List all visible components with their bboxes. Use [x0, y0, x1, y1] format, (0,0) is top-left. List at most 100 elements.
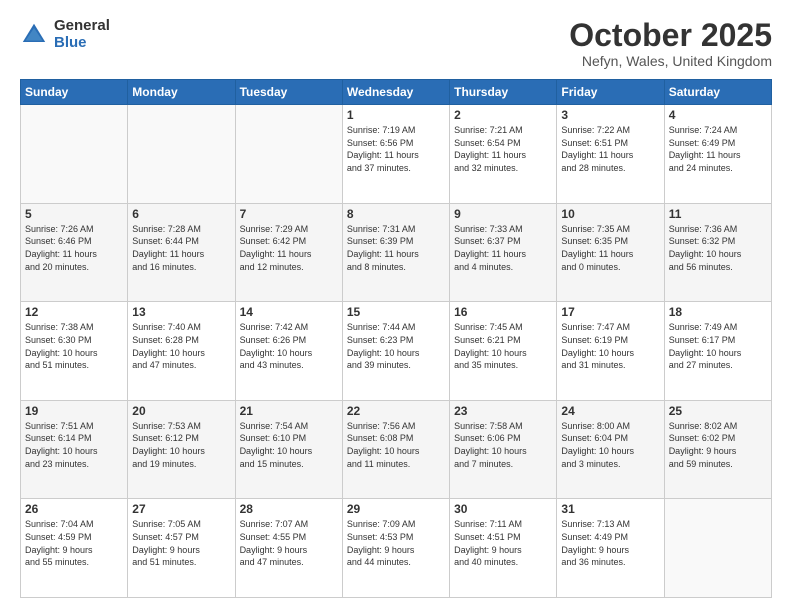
- location: Nefyn, Wales, United Kingdom: [569, 53, 772, 69]
- table-row: 24 Sunrise: 8:00 AM Sunset: 6:04 PM Dayli…: [557, 400, 664, 499]
- day-number: 16: [454, 305, 552, 319]
- table-row: 9 Sunrise: 7:33 AM Sunset: 6:37 PM Daylig…: [450, 203, 557, 302]
- table-row: 12Sunrise: 7:38 AM Sunset: 6:30 PM Dayli…: [21, 302, 128, 401]
- day-info: Sunrise: 7:26 AM Sunset: 6:46 PM Dayligh…: [25, 223, 123, 273]
- day-number: 20: [132, 404, 230, 418]
- day-info: Sunrise: 7:42 AM Sunset: 6:26 PM Dayligh…: [240, 321, 338, 371]
- day-info: Sunrise: 7:51 AM Sunset: 6:14 PM Dayligh…: [25, 420, 123, 470]
- col-tuesday: Tuesday: [235, 80, 342, 105]
- col-thursday: Thursday: [450, 80, 557, 105]
- table-row: 14 Sunrise: 7:42 AM Sunset: 6:26 PM Dayli…: [235, 302, 342, 401]
- day-number: 15: [347, 305, 445, 319]
- table-row: 31 Sunrise: 7:13 AM Sunset: 4:49 PM Dayli…: [557, 499, 664, 598]
- calendar-week-2: 5 Sunrise: 7:26 AM Sunset: 6:46 PM Daylig…: [21, 203, 772, 302]
- day-info: Sunrise: 7:13 AM Sunset: 4:49 PM Dayligh…: [561, 518, 659, 568]
- day-info: Sunrise: 7:21 AM Sunset: 6:54 PM Dayligh…: [454, 124, 552, 174]
- day-number: 25: [669, 404, 767, 418]
- table-row: [235, 105, 342, 204]
- table-row: 6 Sunrise: 7:28 AM Sunset: 6:44 PM Daylig…: [128, 203, 235, 302]
- table-row: 8 Sunrise: 7:31 AM Sunset: 6:39 PM Daylig…: [342, 203, 449, 302]
- calendar-week-5: 26 Sunrise: 7:04 AM Sunset: 4:59 PM Dayli…: [21, 499, 772, 598]
- day-number: 21: [240, 404, 338, 418]
- day-info: Sunrise: 7:11 AM Sunset: 4:51 PM Dayligh…: [454, 518, 552, 568]
- col-saturday: Saturday: [664, 80, 771, 105]
- day-info: Sunrise: 7:31 AM Sunset: 6:39 PM Dayligh…: [347, 223, 445, 273]
- day-number: 26: [25, 502, 123, 516]
- day-info: Sunrise: 7:07 AM Sunset: 4:55 PM Dayligh…: [240, 518, 338, 568]
- day-info: Sunrise: 7:35 AM Sunset: 6:35 PM Dayligh…: [561, 223, 659, 273]
- logo-text: General Blue: [54, 18, 110, 51]
- calendar-week-1: 1 Sunrise: 7:19 AM Sunset: 6:56 PM Daylig…: [21, 105, 772, 204]
- day-number: 29: [347, 502, 445, 516]
- day-number: 31: [561, 502, 659, 516]
- day-info: Sunrise: 7:29 AM Sunset: 6:42 PM Dayligh…: [240, 223, 338, 273]
- table-row: 1 Sunrise: 7:19 AM Sunset: 6:56 PM Daylig…: [342, 105, 449, 204]
- day-number: 28: [240, 502, 338, 516]
- col-sunday: Sunday: [21, 80, 128, 105]
- day-number: 14: [240, 305, 338, 319]
- day-info: Sunrise: 7:04 AM Sunset: 4:59 PM Dayligh…: [25, 518, 123, 568]
- day-info: Sunrise: 7:56 AM Sunset: 6:08 PM Dayligh…: [347, 420, 445, 470]
- day-info: Sunrise: 8:02 AM Sunset: 6:02 PM Dayligh…: [669, 420, 767, 470]
- table-row: 3 Sunrise: 7:22 AM Sunset: 6:51 PM Daylig…: [557, 105, 664, 204]
- calendar-week-3: 12Sunrise: 7:38 AM Sunset: 6:30 PM Dayli…: [21, 302, 772, 401]
- day-number: 27: [132, 502, 230, 516]
- day-number: 4: [669, 108, 767, 122]
- day-info: Sunrise: 8:00 AM Sunset: 6:04 PM Dayligh…: [561, 420, 659, 470]
- day-number: 1: [347, 108, 445, 122]
- day-number: 9: [454, 207, 552, 221]
- day-number: 7: [240, 207, 338, 221]
- day-number: 18: [669, 305, 767, 319]
- day-info: Sunrise: 7:33 AM Sunset: 6:37 PM Dayligh…: [454, 223, 552, 273]
- day-info: Sunrise: 7:53 AM Sunset: 6:12 PM Dayligh…: [132, 420, 230, 470]
- day-number: 24: [561, 404, 659, 418]
- title-section: October 2025 Nefyn, Wales, United Kingdo…: [569, 18, 772, 69]
- calendar-week-4: 19 Sunrise: 7:51 AM Sunset: 6:14 PM Dayli…: [21, 400, 772, 499]
- table-row: 27 Sunrise: 7:05 AM Sunset: 4:57 PM Dayli…: [128, 499, 235, 598]
- col-monday: Monday: [128, 80, 235, 105]
- day-number: 23: [454, 404, 552, 418]
- day-info: Sunrise: 7:09 AM Sunset: 4:53 PM Dayligh…: [347, 518, 445, 568]
- day-info: Sunrise: 7:05 AM Sunset: 4:57 PM Dayligh…: [132, 518, 230, 568]
- day-info: Sunrise: 7:24 AM Sunset: 6:49 PM Dayligh…: [669, 124, 767, 174]
- day-number: 22: [347, 404, 445, 418]
- day-info: Sunrise: 7:45 AM Sunset: 6:21 PM Dayligh…: [454, 321, 552, 371]
- table-row: 10Sunrise: 7:35 AM Sunset: 6:35 PM Dayli…: [557, 203, 664, 302]
- day-info: Sunrise: 7:38 AM Sunset: 6:30 PM Dayligh…: [25, 321, 123, 371]
- day-info: Sunrise: 7:19 AM Sunset: 6:56 PM Dayligh…: [347, 124, 445, 174]
- table-row: 13Sunrise: 7:40 AM Sunset: 6:28 PM Dayli…: [128, 302, 235, 401]
- table-row: 15Sunrise: 7:44 AM Sunset: 6:23 PM Dayli…: [342, 302, 449, 401]
- table-row: 4 Sunrise: 7:24 AM Sunset: 6:49 PM Daylig…: [664, 105, 771, 204]
- table-row: 7 Sunrise: 7:29 AM Sunset: 6:42 PM Daylig…: [235, 203, 342, 302]
- logo: General Blue: [20, 18, 110, 51]
- col-wednesday: Wednesday: [342, 80, 449, 105]
- table-row: 21 Sunrise: 7:54 AM Sunset: 6:10 PM Dayli…: [235, 400, 342, 499]
- day-number: 2: [454, 108, 552, 122]
- table-row: 29 Sunrise: 7:09 AM Sunset: 4:53 PM Dayli…: [342, 499, 449, 598]
- table-row: [128, 105, 235, 204]
- logo-blue: Blue: [54, 35, 110, 52]
- table-row: 22 Sunrise: 7:56 AM Sunset: 6:08 PM Dayli…: [342, 400, 449, 499]
- day-number: 3: [561, 108, 659, 122]
- table-row: 20 Sunrise: 7:53 AM Sunset: 6:12 PM Dayli…: [128, 400, 235, 499]
- calendar-table: Sunday Monday Tuesday Wednesday Thursday…: [20, 79, 772, 598]
- day-number: 13: [132, 305, 230, 319]
- day-number: 8: [347, 207, 445, 221]
- day-number: 6: [132, 207, 230, 221]
- logo-general: General: [54, 18, 110, 35]
- day-number: 19: [25, 404, 123, 418]
- calendar-header-row: Sunday Monday Tuesday Wednesday Thursday…: [21, 80, 772, 105]
- table-row: 5 Sunrise: 7:26 AM Sunset: 6:46 PM Daylig…: [21, 203, 128, 302]
- table-row: 30Sunrise: 7:11 AM Sunset: 4:51 PM Dayli…: [450, 499, 557, 598]
- day-number: 5: [25, 207, 123, 221]
- table-row: 23Sunrise: 7:58 AM Sunset: 6:06 PM Dayli…: [450, 400, 557, 499]
- table-row: [21, 105, 128, 204]
- table-row: 11Sunrise: 7:36 AM Sunset: 6:32 PM Dayli…: [664, 203, 771, 302]
- day-info: Sunrise: 7:28 AM Sunset: 6:44 PM Dayligh…: [132, 223, 230, 273]
- table-row: 19 Sunrise: 7:51 AM Sunset: 6:14 PM Dayli…: [21, 400, 128, 499]
- table-row: 26 Sunrise: 7:04 AM Sunset: 4:59 PM Dayli…: [21, 499, 128, 598]
- day-info: Sunrise: 7:22 AM Sunset: 6:51 PM Dayligh…: [561, 124, 659, 174]
- table-row: 25 Sunrise: 8:02 AM Sunset: 6:02 PM Dayli…: [664, 400, 771, 499]
- logo-icon: [20, 21, 48, 49]
- day-info: Sunrise: 7:54 AM Sunset: 6:10 PM Dayligh…: [240, 420, 338, 470]
